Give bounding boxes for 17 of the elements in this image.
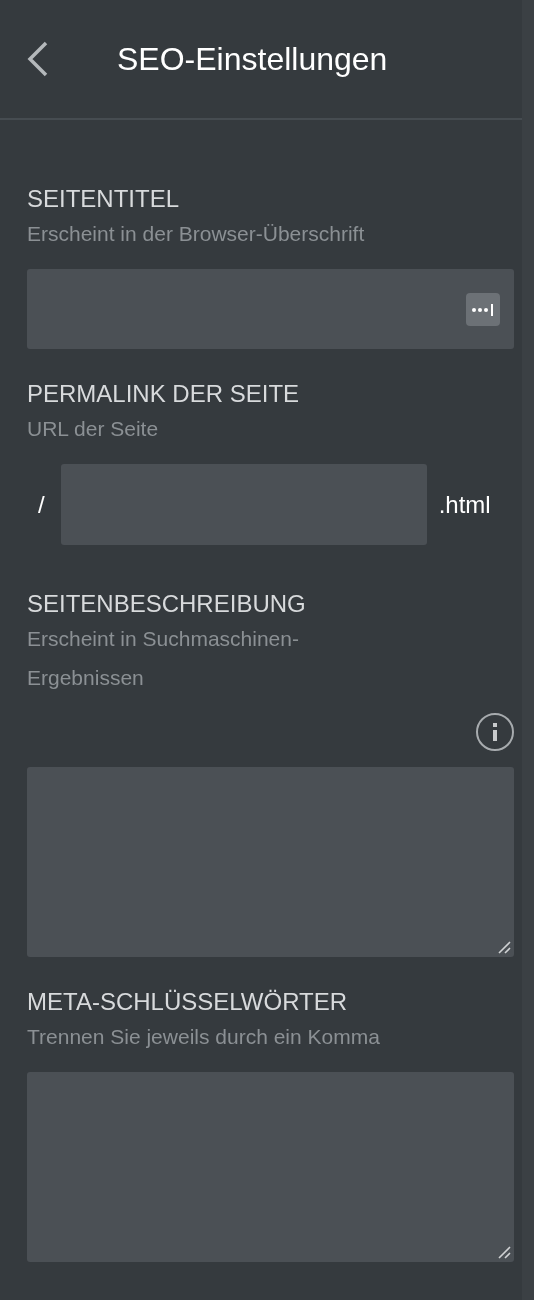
password-manager-button[interactable]: [466, 293, 500, 326]
file-extension: .html: [438, 490, 491, 519]
info-icon[interactable]: [476, 713, 514, 751]
text-field[interactable]: [27, 269, 514, 349]
field-label: SEITENTITEL: [27, 184, 181, 214]
field-hint: Erscheint in Suchmaschinen-Ergebnissen: [27, 626, 300, 691]
path-prefix: /: [38, 490, 45, 519]
dots-cursor-icon: [470, 302, 496, 317]
field-label: META-SCHLÜSSELWÖRTER: [27, 987, 349, 1017]
field-hint: URL der Seite: [27, 416, 160, 442]
field-label: SEITENBESCHREIBUNG: [27, 589, 307, 619]
page-title: SEO-Einstellungen: [117, 40, 388, 78]
field-hint: Erscheint in der Browser-Überschrift: [27, 221, 366, 247]
resize-grip-icon[interactable]: [497, 1245, 511, 1259]
field-hint: Trennen Sie jeweils durch ein Komma: [27, 1024, 381, 1050]
resize-grip-icon[interactable]: [497, 940, 511, 954]
field-label: PERMALINK DER SEITE: [27, 379, 301, 409]
